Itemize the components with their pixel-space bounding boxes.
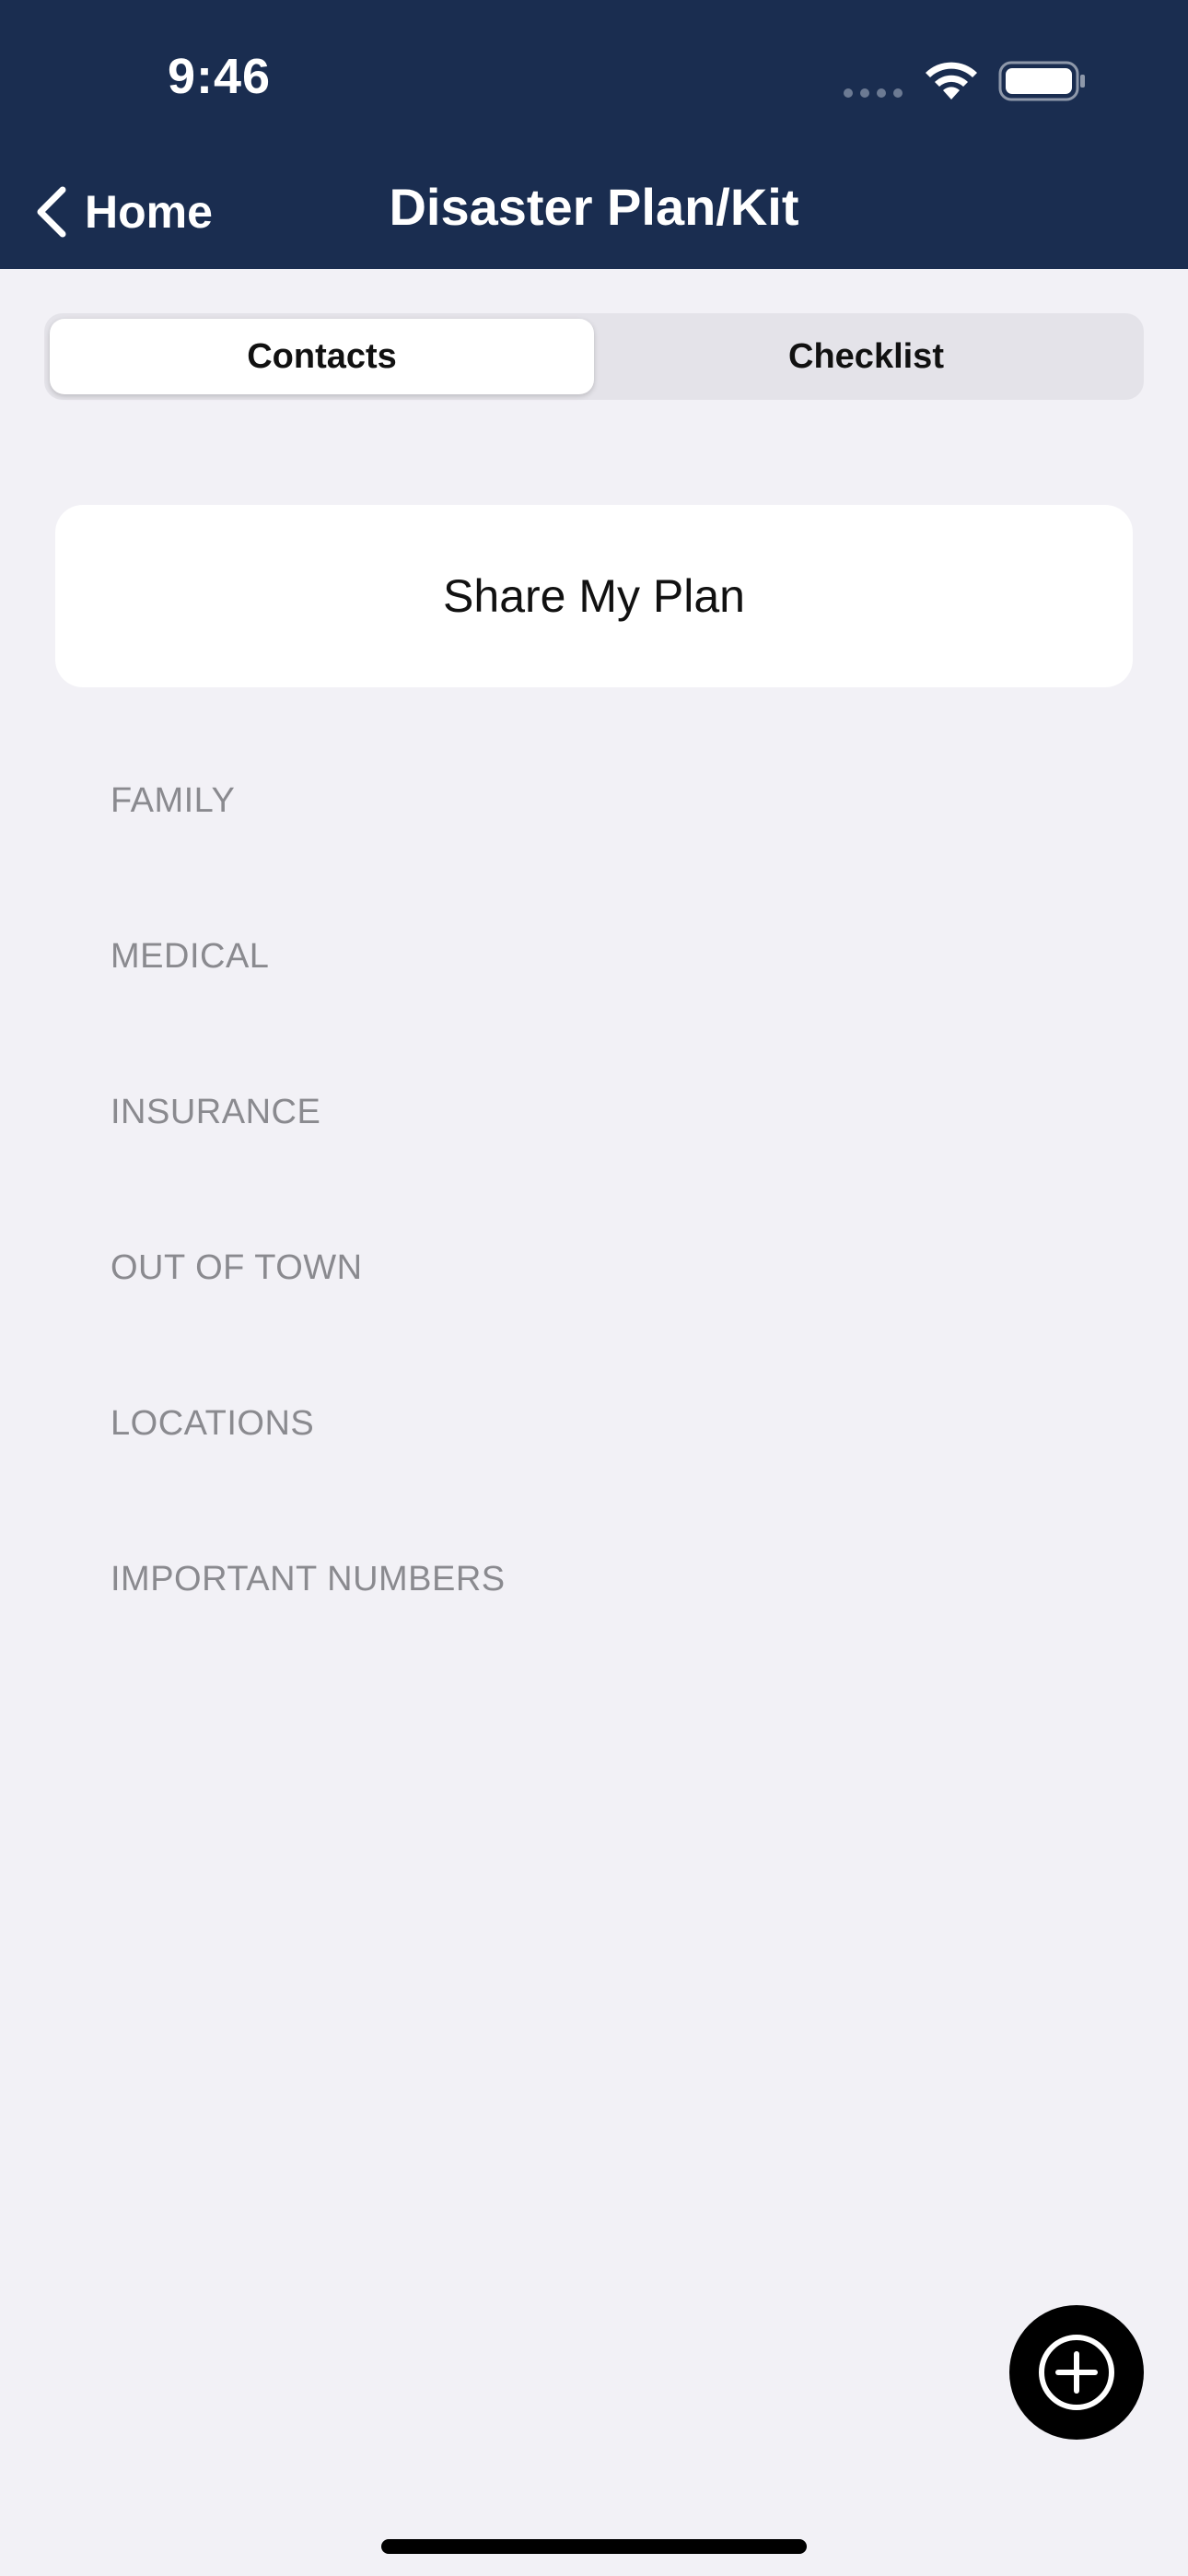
section-header-medical: MEDICAL — [111, 937, 270, 976]
add-contact-button[interactable] — [1009, 2305, 1144, 2440]
tab-contacts[interactable]: Contacts — [50, 319, 594, 394]
back-button[interactable]: Home — [33, 175, 213, 249]
section-header-insurance: INSURANCE — [111, 1093, 321, 1131]
section-header-locations: LOCATIONS — [111, 1404, 315, 1443]
signal-dots-icon — [844, 88, 903, 98]
add-circle-icon — [1039, 2335, 1114, 2410]
wifi-icon — [926, 62, 977, 100]
nav-header: 9:46 Disaster Plan/Kit Home — [0, 0, 1188, 269]
status-time: 9:46 — [168, 49, 272, 104]
contact-sections: FAMILY MEDICAL INSURANCE OUT OF TOWN LOC… — [111, 781, 506, 1715]
section-header-family: FAMILY — [111, 781, 236, 820]
segmented-control: Contacts Checklist — [44, 313, 1144, 400]
section-header-out-of-town: OUT OF TOWN — [111, 1248, 363, 1287]
back-button-label: Home — [85, 186, 213, 238]
battery-icon — [998, 61, 1085, 101]
section-header-important-numbers: IMPORTANT NUMBERS — [111, 1560, 506, 1598]
share-my-plan-button[interactable]: Share My Plan — [55, 505, 1133, 687]
home-indicator — [381, 2539, 807, 2554]
screen: 9:46 Disaster Plan/Kit Home Contacts Che… — [0, 0, 1188, 2576]
tab-checklist[interactable]: Checklist — [594, 319, 1138, 394]
chevron-left-icon — [37, 186, 66, 238]
